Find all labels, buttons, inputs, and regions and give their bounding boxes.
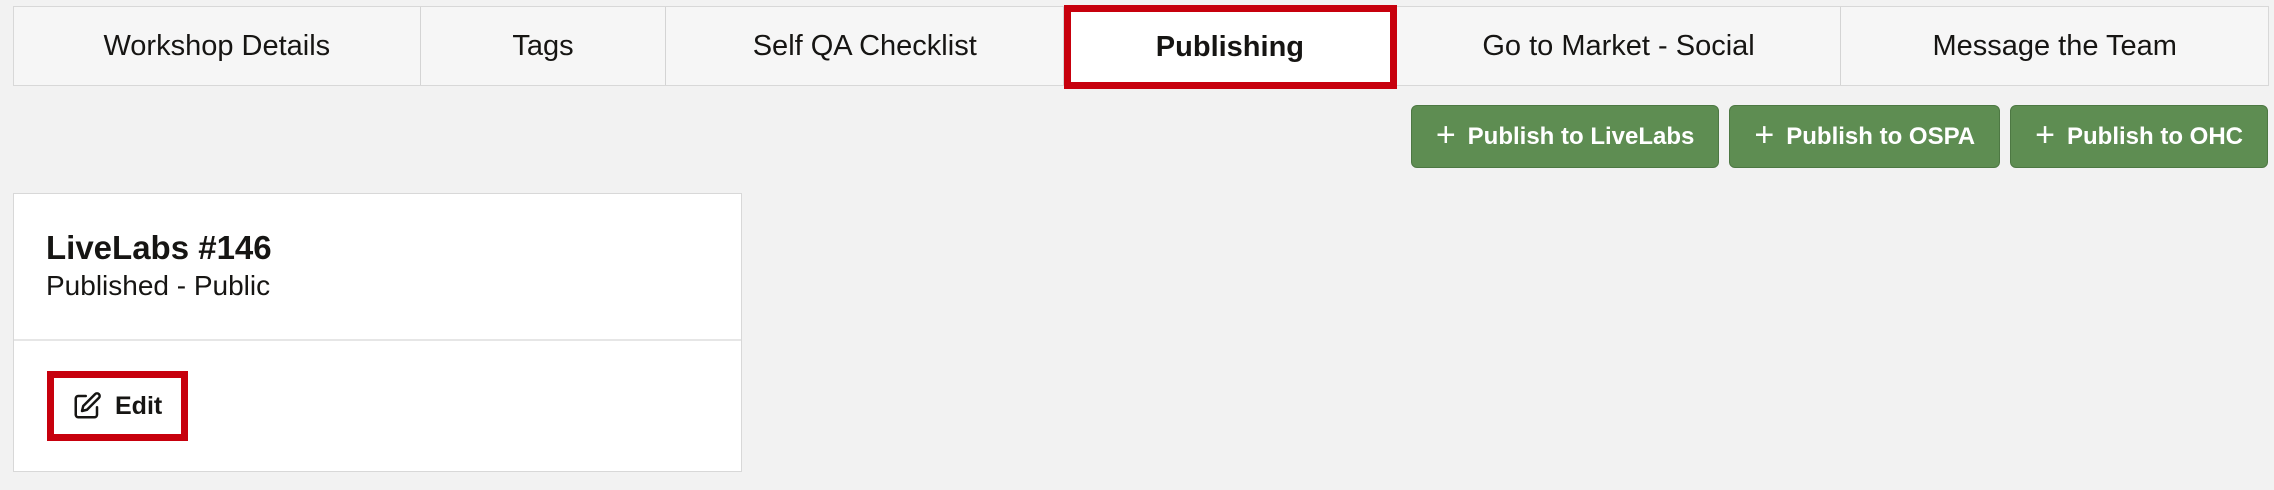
publish-to-ospa-button[interactable]: + Publish to OSPA bbox=[1729, 105, 2001, 168]
tab-workshop-details[interactable]: Workshop Details bbox=[14, 7, 421, 85]
tab-go-to-market-social[interactable]: Go to Market - Social bbox=[1396, 7, 1842, 85]
publish-to-ospa-label: Publish to OSPA bbox=[1786, 122, 1976, 150]
tab-publishing[interactable]: Publishing bbox=[1064, 5, 1397, 89]
publish-to-ohc-button[interactable]: + Publish to OHC bbox=[2010, 105, 2268, 168]
edit-button[interactable]: Edit bbox=[47, 371, 188, 441]
tab-self-qa-checklist[interactable]: Self QA Checklist bbox=[666, 7, 1065, 85]
edit-label: Edit bbox=[115, 391, 163, 420]
publication-status: Published - Public bbox=[46, 270, 271, 302]
plus-icon: + bbox=[1754, 116, 1775, 154]
pencil-square-icon bbox=[74, 392, 101, 419]
plus-icon: + bbox=[1435, 116, 1456, 154]
tab-tags[interactable]: Tags bbox=[420, 7, 667, 85]
tab-message-the-team[interactable]: Message the Team bbox=[1841, 7, 2268, 85]
publication-title: LiveLabs #146 bbox=[46, 229, 272, 266]
publish-to-ohc-label: Publish to OHC bbox=[2067, 122, 2243, 150]
tab-bar: Workshop Details Tags Self QA Checklist … bbox=[13, 5, 2269, 89]
publication-card-header: LiveLabs #146 Published - Public bbox=[14, 194, 741, 341]
publish-to-livelabs-label: Publish to LiveLabs bbox=[1467, 122, 1695, 150]
publish-to-livelabs-button[interactable]: + Publish to LiveLabs bbox=[1410, 105, 1720, 168]
publish-actions: + Publish to LiveLabs + Publish to OSPA … bbox=[1410, 105, 2268, 168]
plus-icon: + bbox=[2035, 116, 2055, 154]
publication-card: LiveLabs #146 Published - Public Edit bbox=[13, 193, 742, 472]
